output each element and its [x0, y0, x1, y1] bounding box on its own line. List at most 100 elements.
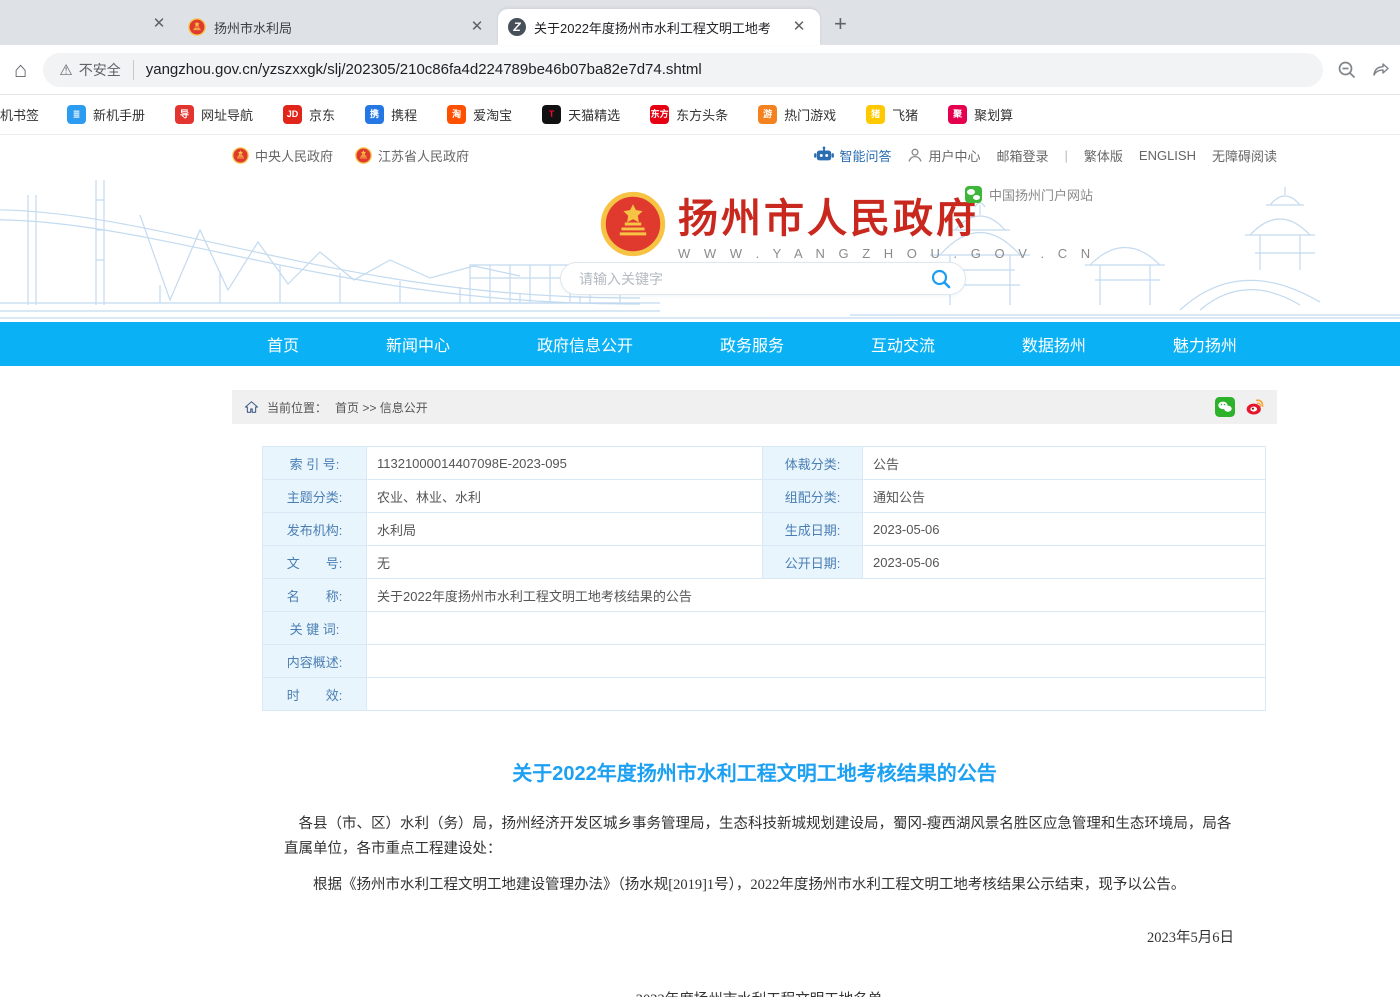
bookmark-favicon: 游: [758, 105, 777, 124]
bookmark-item[interactable]: 东方 东方头条: [650, 105, 728, 124]
site-url: W W W . Y A N G Z H O U . G O V . C N: [678, 246, 1095, 261]
meta-label: 主题分类:: [263, 480, 367, 513]
meta-row: 关 键 词:: [263, 612, 1266, 645]
divider: |: [1065, 148, 1068, 163]
bookmark-label: 热门游戏: [784, 105, 836, 124]
wechat-share-icon[interactable]: [1215, 397, 1235, 417]
search-input[interactable]: [579, 271, 929, 287]
breadcrumb-label: 当前位置：: [267, 399, 327, 416]
smart-qa-label: 智能问答: [839, 146, 891, 165]
meta-row: 名 称: 关于2022年度扬州市水利工程文明工地考核结果的公告: [263, 579, 1266, 612]
meta-row: 主题分类: 农业、林业、水利 组配分类: 通知公告: [263, 480, 1266, 513]
bookmark-item[interactable]: ≣ 新机手册: [67, 105, 145, 124]
meta-label: 时 效:: [263, 678, 367, 711]
bookmark-item[interactable]: 聚 聚划算: [948, 105, 1013, 124]
gov-emblem-favicon: [188, 18, 206, 36]
new-tab-button[interactable]: +: [834, 11, 847, 37]
bookmark-item[interactable]: 猪 飞猪: [866, 105, 918, 124]
meta-label: 文 号:: [263, 546, 367, 579]
bookmark-label: 聚划算: [974, 105, 1013, 124]
bookmark-partial[interactable]: 机书签: [0, 105, 39, 124]
article-date: 2023年5月6日: [284, 926, 1234, 951]
meta-value: 公告: [863, 447, 1266, 480]
mail-login-link[interactable]: 邮箱登录: [996, 146, 1048, 165]
nav-item[interactable]: 首页: [267, 332, 299, 356]
nav-item[interactable]: 数据扬州: [1022, 332, 1086, 356]
traditional-link[interactable]: 繁体版: [1084, 146, 1123, 165]
meta-label: 公开日期:: [763, 546, 863, 579]
tab-title: 扬州市水利局: [214, 18, 458, 37]
bookmark-favicon: 东方: [650, 105, 669, 124]
bookmark-item[interactable]: 携 携程: [365, 105, 417, 124]
search-icon[interactable]: [929, 267, 953, 291]
breadcrumb-path[interactable]: 首页 >> 信息公开: [335, 399, 428, 416]
gov-link[interactable]: 江苏省人民政府: [355, 146, 469, 165]
bookmark-item[interactable]: JD 京东: [283, 105, 335, 124]
meta-label: 组配分类:: [763, 480, 863, 513]
site-search[interactable]: [560, 262, 966, 295]
smart-qa-link[interactable]: 智能问答: [814, 146, 891, 165]
close-icon[interactable]: ✕: [148, 13, 170, 35]
meta-value: [367, 612, 1266, 645]
nav-item[interactable]: 互动交流: [871, 332, 935, 356]
gov-emblem-icon: [232, 147, 249, 164]
bookmark-item[interactable]: 淘 爱淘宝: [447, 105, 512, 124]
share-icon[interactable]: [1371, 60, 1391, 80]
bookmark-item[interactable]: 游 热门游戏: [758, 105, 836, 124]
robot-icon: [814, 146, 834, 164]
national-emblem-icon: [600, 191, 666, 257]
wechat-icon: [965, 186, 982, 203]
article-paragraph: 根据《扬州市水利工程文明工地建设管理办法》（扬水规[2019]1号），2022年…: [284, 873, 1234, 898]
portal-label: 中国扬州门户网站: [989, 185, 1093, 204]
meta-label: 索 引 号:: [263, 447, 367, 480]
user-center-link[interactable]: 用户中心: [907, 146, 980, 165]
bookmark-favicon: ≣: [67, 105, 86, 124]
meta-label: 生成日期:: [763, 513, 863, 546]
site-banner: 扬州市人民政府 W W W . Y A N G Z H O U . G O V …: [0, 175, 1400, 322]
zoom-out-icon[interactable]: [1337, 60, 1357, 80]
nav-item[interactable]: 新闻中心: [386, 332, 450, 356]
tab-current[interactable]: Z 关于2022年度扬州市水利工程文明工地考 ✕: [498, 9, 820, 45]
bookmark-item[interactable]: 导 网址导航: [175, 105, 253, 124]
meta-value: [367, 645, 1266, 678]
breadcrumb-bar: 当前位置： 首页 >> 信息公开: [232, 390, 1277, 424]
meta-label: 内容概述:: [263, 645, 367, 678]
meta-label: 名 称:: [263, 579, 367, 612]
nav-item[interactable]: 政务服务: [720, 332, 784, 356]
url-text[interactable]: yangzhou.gov.cn/yzszxxgk/slj/202305/210c…: [146, 61, 702, 78]
meta-row: 内容概述:: [263, 645, 1266, 678]
bookmark-item[interactable]: T 天猫精选: [542, 105, 620, 124]
accessibility-link[interactable]: 无障碍阅读: [1212, 146, 1277, 165]
gov-link-label: 中央人民政府: [255, 146, 333, 165]
document-meta-table: 索 引 号: 11321000014407098E-2023-095 体裁分类:…: [262, 446, 1266, 711]
gov-link-label: 江苏省人民政府: [378, 146, 469, 165]
bookmarks-bar: 机书签 ≣ 新机手册 导 网址导航 JD 京东 携 携程 淘: [0, 95, 1400, 135]
not-secure-warning-icon[interactable]: ⚠: [59, 61, 72, 79]
bookmark-favicon: 淘: [447, 105, 466, 124]
home-breadcrumb-icon[interactable]: [244, 400, 259, 414]
bookmark-label: 飞猪: [892, 105, 918, 124]
meta-value: 水利局: [367, 513, 763, 546]
tab-shuiliju[interactable]: 扬州市水利局 ✕: [178, 9, 498, 45]
bookmark-favicon: T: [542, 105, 561, 124]
nav-item[interactable]: 魅力扬州: [1173, 332, 1237, 356]
site-favicon: Z: [508, 18, 526, 36]
meta-label: 发布机构:: [263, 513, 367, 546]
weibo-share-icon[interactable]: [1245, 397, 1265, 417]
bookmark-favicon: 聚: [948, 105, 967, 124]
site-top-bar: 中央人民政府 江苏省人民政府 智能问答: [0, 135, 1400, 175]
gov-link[interactable]: 中央人民政府: [232, 146, 333, 165]
nav-item[interactable]: 政府信息公开: [537, 332, 633, 356]
security-label[interactable]: 不安全: [79, 60, 134, 80]
meta-value: 通知公告: [863, 480, 1266, 513]
bookmark-label: 携程: [391, 105, 417, 124]
english-link[interactable]: ENGLISH: [1139, 148, 1196, 163]
article-paragraph: 各县（市、区）水利（务）局，扬州经济开发区城乡事务管理局，生态科技新城规划建设局…: [284, 812, 1234, 863]
content-area: 当前位置： 首页 >> 信息公开 索 引 号: 1132100001440709…: [232, 390, 1277, 997]
address-bar[interactable]: ⚠ 不安全 yangzhou.gov.cn/yzszxxgk/slj/20230…: [43, 53, 1323, 87]
meta-value: 2023-05-06: [863, 513, 1266, 546]
portal-link[interactable]: 中国扬州门户网站: [965, 185, 1093, 204]
home-icon[interactable]: ⌂: [14, 57, 27, 83]
close-icon[interactable]: ✕: [788, 16, 810, 38]
close-icon[interactable]: ✕: [466, 16, 488, 38]
